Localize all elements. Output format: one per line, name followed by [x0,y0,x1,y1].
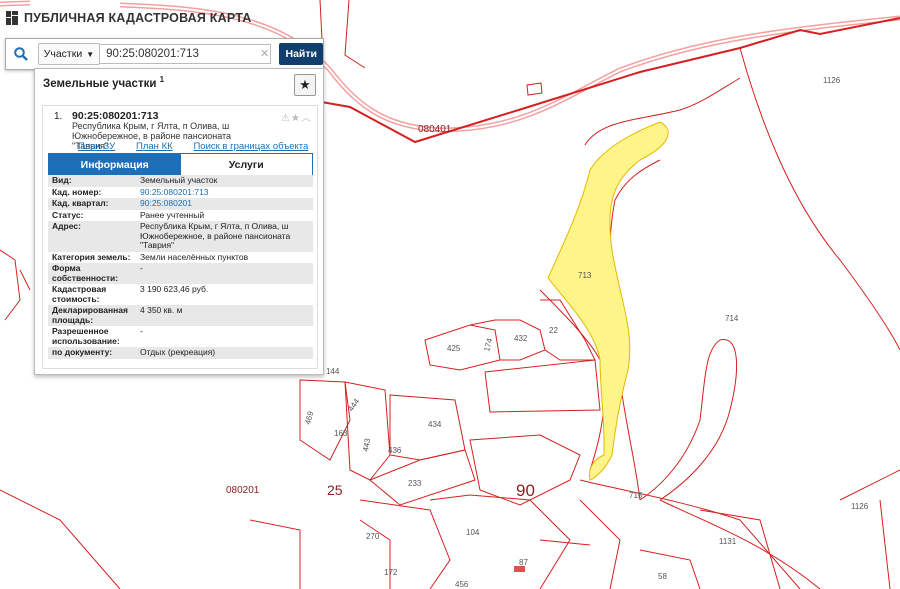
warning-icon[interactable]: ⚠ [281,113,291,124]
field-value[interactable]: 90:25:080201 [136,198,313,210]
selected-parcel-713[interactable] [547,121,669,481]
field-value: Земельный участок [136,175,313,187]
map-label: 432 [514,334,528,343]
map-label: 270 [366,532,380,541]
find-button[interactable]: Найти [279,43,323,65]
map-label: 87 [519,558,528,567]
map-label: 1131 [719,537,737,546]
map-label: 174 [482,337,494,353]
field-value: 4 350 кв. м [136,305,313,326]
card-actions: ⚠★︿ [281,109,312,124]
logo-icon [6,11,18,25]
panel-heading: Земельные участки [43,77,157,90]
result-card: 1. 90:25:080201:713 Республика Крым, г Я… [42,105,318,369]
star-icon: ★ [299,77,311,92]
table-row: Кадастровая стоимость: 3 190 623,46 руб. [48,284,313,305]
app-title: ПУБЛИЧНАЯ КАДАСТРОВАЯ КАРТА [24,11,252,25]
field-value: Отдых (рекреация) [136,347,313,359]
map-label: 080201 [226,485,260,496]
building-marker [514,566,525,572]
field-value[interactable]: 90:25:080201:713 [136,187,313,199]
field-value: - [136,263,313,284]
result-count: 1 [159,75,165,84]
chevron-up-icon[interactable]: ︿ [301,113,312,124]
map-label: 104 [466,528,480,537]
map-label: 1126 [823,76,841,85]
map-label: 456 [455,580,469,589]
favorite-star-button[interactable]: ★ [294,74,316,96]
map-label: 436 [388,446,402,455]
star-outline-icon[interactable]: ★ [291,113,301,124]
map-label: 443 [361,437,372,452]
table-row: по документу: Отдых (рекреация) [48,347,313,359]
clear-icon[interactable]: ✕ [260,47,269,60]
map-label: 425 [447,344,461,353]
tab-services[interactable]: Услуги [180,154,312,175]
tab-information[interactable]: Информация [49,154,181,175]
results-panel: Земельные участки 1 ★ 1. 90:25:080201:71… [34,68,324,375]
map-label: 713 [578,271,592,280]
search-input[interactable] [100,44,272,64]
field-label: Категория земель: [52,251,131,262]
field-label: Вид: [48,175,136,187]
table-row: Адрес: Республика Крым, г Ялта, п Олива, … [48,221,313,252]
search-type-select[interactable]: Участки ▼ [37,43,101,65]
field-value: Земли населённых пунктов [140,251,249,262]
map-label: 22 [549,326,558,335]
field-label: Кад. номер: [52,186,102,197]
table-row: Категория земель: Земли населённых пункто… [48,252,313,264]
search-bar: Участки ▼ ✕ Найти [5,38,324,70]
field-label: Статус: [52,209,84,220]
panel-title: Земельные участки 1 [43,75,164,90]
map-label: 469 [303,410,315,426]
map-label: 714 [725,314,739,323]
map-label: 080401 [418,124,452,135]
field-value: - [140,326,143,336]
map-label: 144 [326,367,340,376]
field-label: Разрешенное использование: [52,326,120,346]
map-label: 90 [516,481,535,500]
search-type-label: Участки [43,48,83,60]
search-icon[interactable] [6,39,36,69]
result-tabs: Информация Услуги [48,153,313,176]
map-label: 1126 [851,502,869,511]
table-row: Разрешенное использование: - [48,326,313,347]
field-label: Кад. квартал: [48,198,136,210]
table-row: Кад. квартал: 90:25:080201 [48,198,313,210]
field-value: 3 190 623,46 руб. [140,284,209,294]
map-label: 233 [408,479,422,488]
field-label: по документу: [48,347,136,359]
field-label: Декларированная площадь: [48,305,136,326]
map-label: 715 [629,491,643,500]
field-label: Адрес: [48,221,136,252]
field-value: Ранее учтенный [140,209,205,220]
table-row: Форма собственности: - [48,263,313,284]
table-row: Декларированная площадь: 4 350 кв. м [48,305,313,326]
field-label: Форма собственности: [48,263,136,284]
map-label: 434 [428,420,442,429]
chevron-down-icon: ▼ [86,49,95,59]
map-label: 444 [346,397,361,414]
field-label: Кадастровая стоимость: [52,284,107,304]
table-row: Вид: Земельный участок [48,175,313,187]
app-header: ПУБЛИЧНАЯ КАДАСТРОВАЯ КАРТА [6,11,251,25]
result-index: 1. [54,111,63,122]
map-label: 163 [334,429,348,438]
map-label: 25 [327,482,343,498]
field-value: Республика Крым, г Ялта, п Олива, ш Южно… [136,221,313,252]
map-label: 58 [658,572,667,581]
info-table: Вид: Земельный участок Кад. номер: 90:25:0… [48,175,313,359]
map-label: 172 [384,568,398,577]
table-row: Статус: Ранее учтенный [48,210,313,222]
table-row: Кад. номер: 90:25:080201:713 [48,187,313,199]
